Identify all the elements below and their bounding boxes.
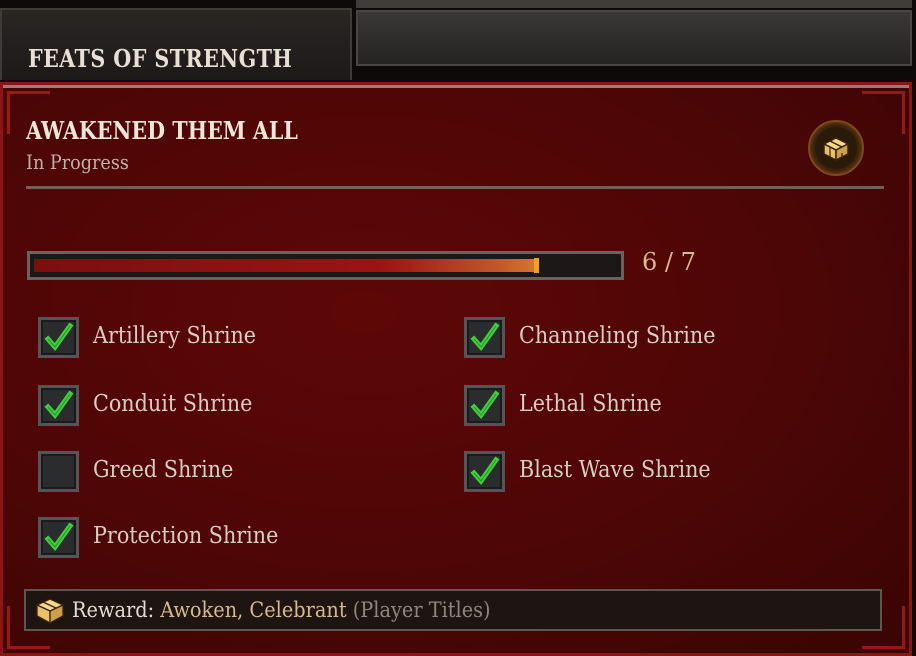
checkmark-icon	[44, 390, 74, 420]
chest-icon	[808, 120, 864, 176]
achievement-title: AWAKENED THEM ALL	[26, 116, 298, 145]
checkmark-icon	[44, 322, 74, 352]
checkbox-unchecked	[38, 451, 79, 492]
reward-value: Awoken, Celebrant	[160, 598, 347, 622]
progress-fill	[34, 259, 534, 272]
objective-item: Protection Shrine	[38, 517, 418, 561]
checkbox-checked	[464, 451, 505, 492]
objective-item: Artillery Shrine	[38, 317, 418, 361]
checkmark-icon	[470, 456, 500, 486]
objective-label: Channeling Shrine	[519, 323, 716, 349]
tab-label: FEATS OF STRENGTH	[28, 44, 293, 73]
chest-icon	[35, 598, 65, 628]
top-frame-edge	[356, 0, 912, 8]
checkbox-checked	[38, 517, 79, 558]
progress-tip	[534, 258, 539, 273]
checkbox-checked	[464, 317, 505, 358]
corner-ornament-top-right	[862, 91, 905, 134]
header-divider	[26, 186, 884, 189]
checkmark-icon	[44, 522, 74, 552]
checkmark-icon	[470, 390, 500, 420]
reward-bar: Reward: Awoken, Celebrant (Player Titles…	[24, 589, 882, 631]
objective-item: Blast Wave Shrine	[464, 451, 844, 495]
objective-label: Greed Shrine	[93, 457, 234, 483]
achievement-status: In Progress	[26, 150, 129, 174]
objective-label: Lethal Shrine	[519, 391, 662, 417]
reward-text: Reward: Awoken, Celebrant (Player Titles…	[72, 598, 491, 622]
objective-item: Lethal Shrine	[464, 385, 844, 429]
objective-item: Conduit Shrine	[38, 385, 418, 429]
objective-label: Artillery Shrine	[93, 323, 257, 349]
objective-item: Greed Shrine	[38, 451, 418, 495]
checkbox-checked	[38, 385, 79, 426]
objective-label: Conduit Shrine	[93, 391, 253, 417]
reward-type: (Player Titles)	[352, 598, 491, 622]
checkbox-checked	[38, 317, 79, 358]
progress-bar	[27, 251, 624, 280]
reward-label: Reward:	[72, 598, 155, 622]
achievement-panel	[0, 82, 912, 656]
checkbox-checked	[464, 385, 505, 426]
checkmark-icon	[470, 322, 500, 352]
top-header-strip	[356, 10, 912, 66]
objective-item: Channeling Shrine	[464, 317, 844, 361]
objective-label: Protection Shrine	[93, 523, 279, 549]
tab-feats-of-strength[interactable]: FEATS OF STRENGTH	[0, 8, 352, 80]
progress-count: 6 / 7	[642, 248, 696, 276]
objective-label: Blast Wave Shrine	[519, 457, 711, 483]
